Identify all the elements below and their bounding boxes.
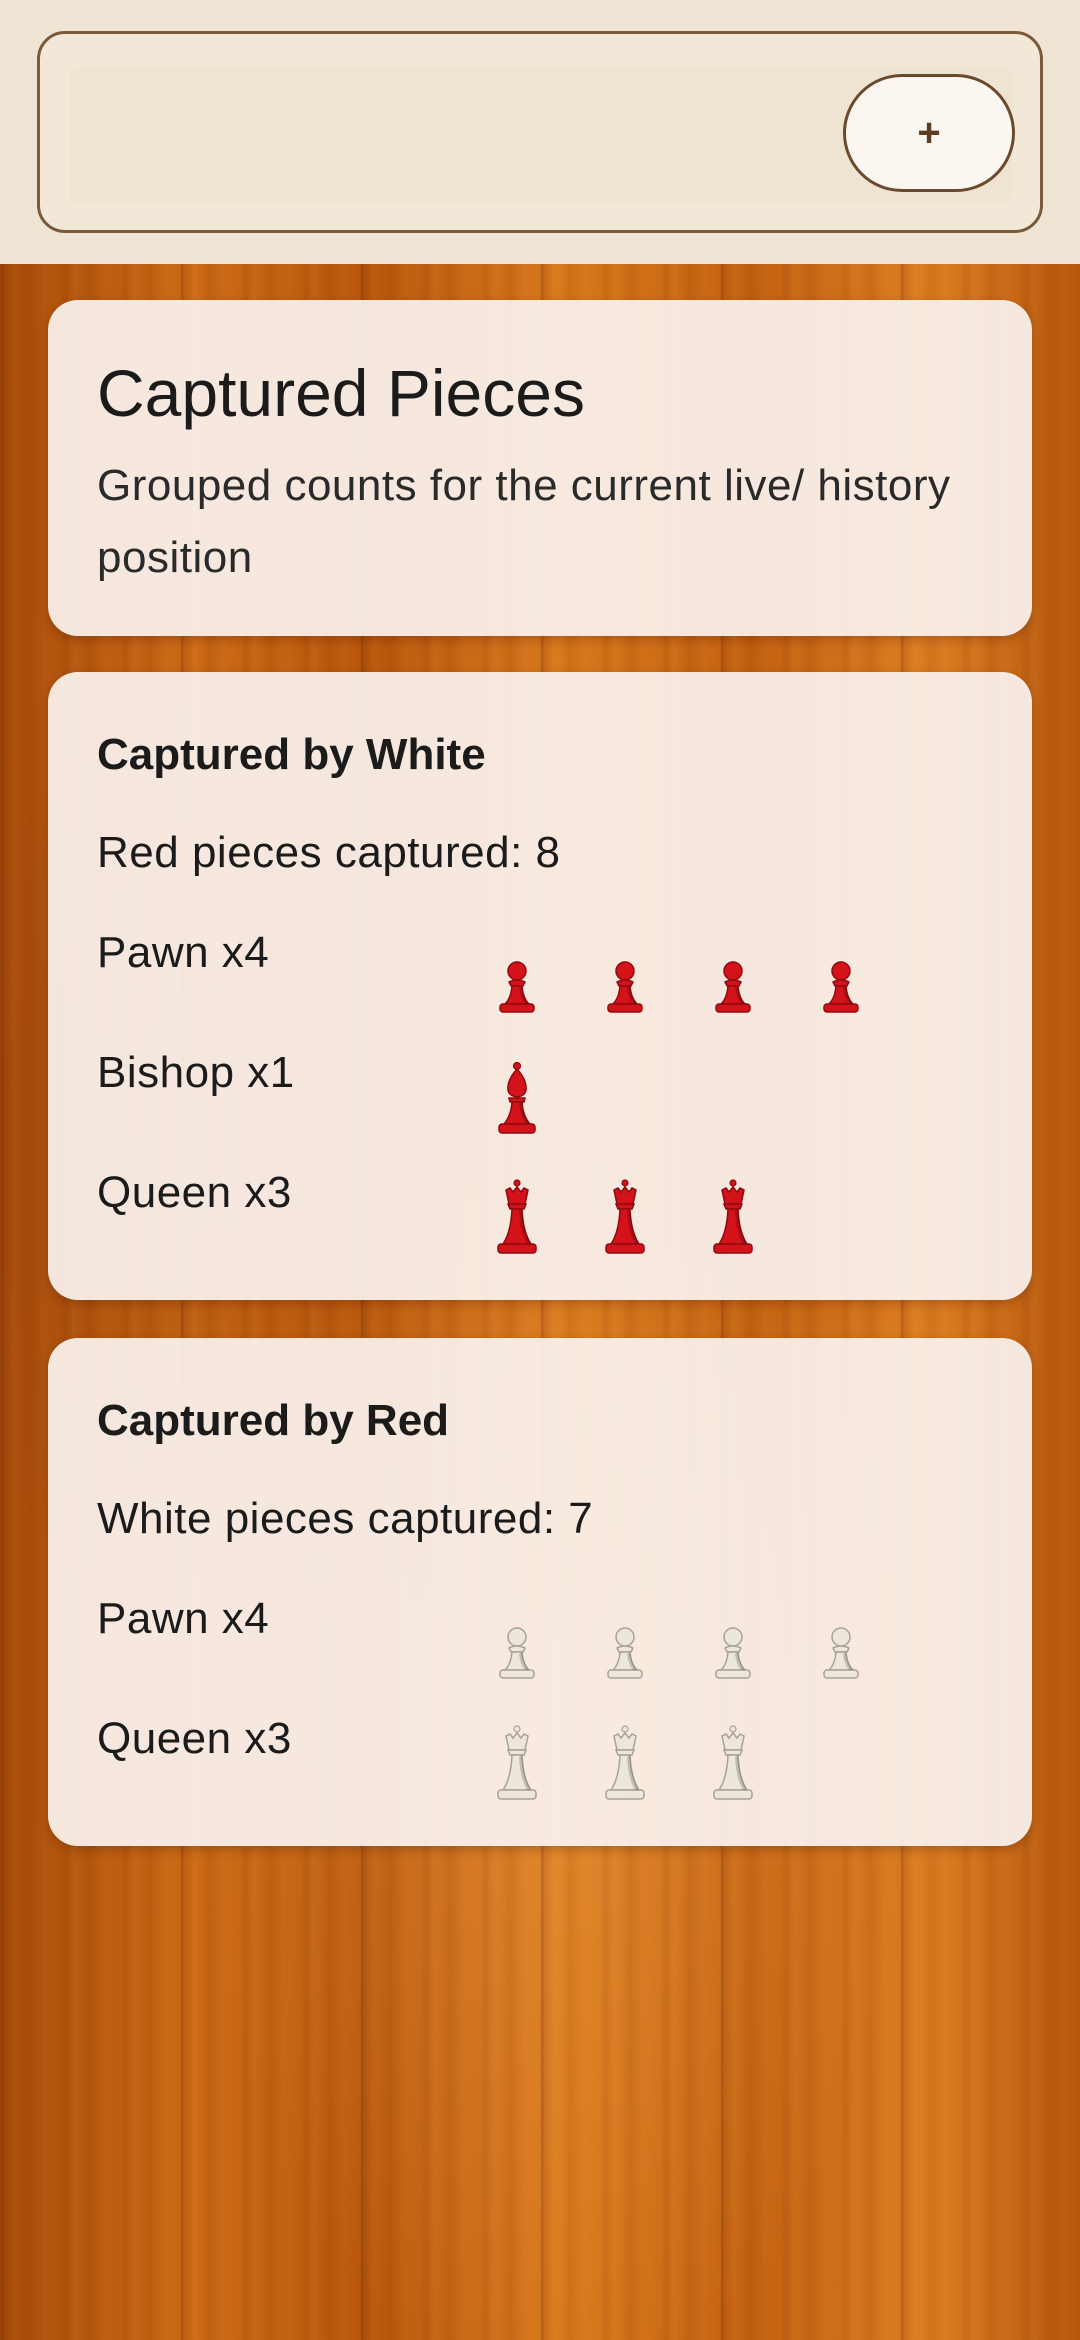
captured-by-white-card: Captured by White Red pieces captured: 8… bbox=[48, 672, 1032, 1300]
page-title: Captured Pieces bbox=[97, 356, 585, 430]
pawn-icon bbox=[811, 938, 871, 1018]
queen-icon bbox=[487, 1178, 547, 1258]
row-label: Queen x3 bbox=[97, 1714, 292, 1763]
pawn-icon bbox=[487, 1604, 547, 1684]
queen-icon bbox=[595, 1724, 655, 1804]
page-subtitle: Grouped counts for the current live/ his… bbox=[97, 461, 951, 582]
pawn-icon bbox=[811, 1604, 871, 1684]
add-button[interactable]: + bbox=[843, 74, 1015, 192]
captured-by-red-card: Captured by Red White pieces captured: 7… bbox=[48, 1338, 1032, 1846]
top-bar: + bbox=[0, 0, 1080, 264]
pawn-icon bbox=[487, 938, 547, 1018]
pawn-icon bbox=[595, 1604, 655, 1684]
header-card: Captured Pieces Grouped counts for the c… bbox=[48, 300, 1032, 636]
row-label: Queen x3 bbox=[97, 1168, 292, 1217]
queen-icon bbox=[703, 1724, 763, 1804]
pawn-icon bbox=[703, 1604, 763, 1684]
queen-icon bbox=[703, 1178, 763, 1258]
row-label: Pawn x4 bbox=[97, 1594, 270, 1643]
section-title: Captured by White bbox=[97, 730, 486, 779]
queen-icon bbox=[487, 1724, 547, 1804]
pawn-icon bbox=[595, 938, 655, 1018]
capture-row-queen: Queen x3 bbox=[97, 1714, 977, 1804]
pawn-icon bbox=[703, 938, 763, 1018]
capture-row-bishop: Bishop x1 bbox=[97, 1048, 977, 1138]
search-field[interactable]: + bbox=[37, 31, 1043, 233]
row-label: Pawn x4 bbox=[97, 928, 270, 977]
queen-icon bbox=[595, 1178, 655, 1258]
capture-summary: Red pieces captured: 8 bbox=[97, 828, 561, 877]
capture-row-pawn: Pawn x4 bbox=[97, 1594, 977, 1684]
capture-summary: White pieces captured: 7 bbox=[97, 1494, 594, 1543]
bishop-icon bbox=[487, 1058, 547, 1138]
row-label: Bishop x1 bbox=[97, 1048, 295, 1097]
capture-row-pawn: Pawn x4 bbox=[97, 928, 977, 1018]
section-title: Captured by Red bbox=[97, 1396, 450, 1445]
capture-row-queen: Queen x3 bbox=[97, 1168, 977, 1258]
